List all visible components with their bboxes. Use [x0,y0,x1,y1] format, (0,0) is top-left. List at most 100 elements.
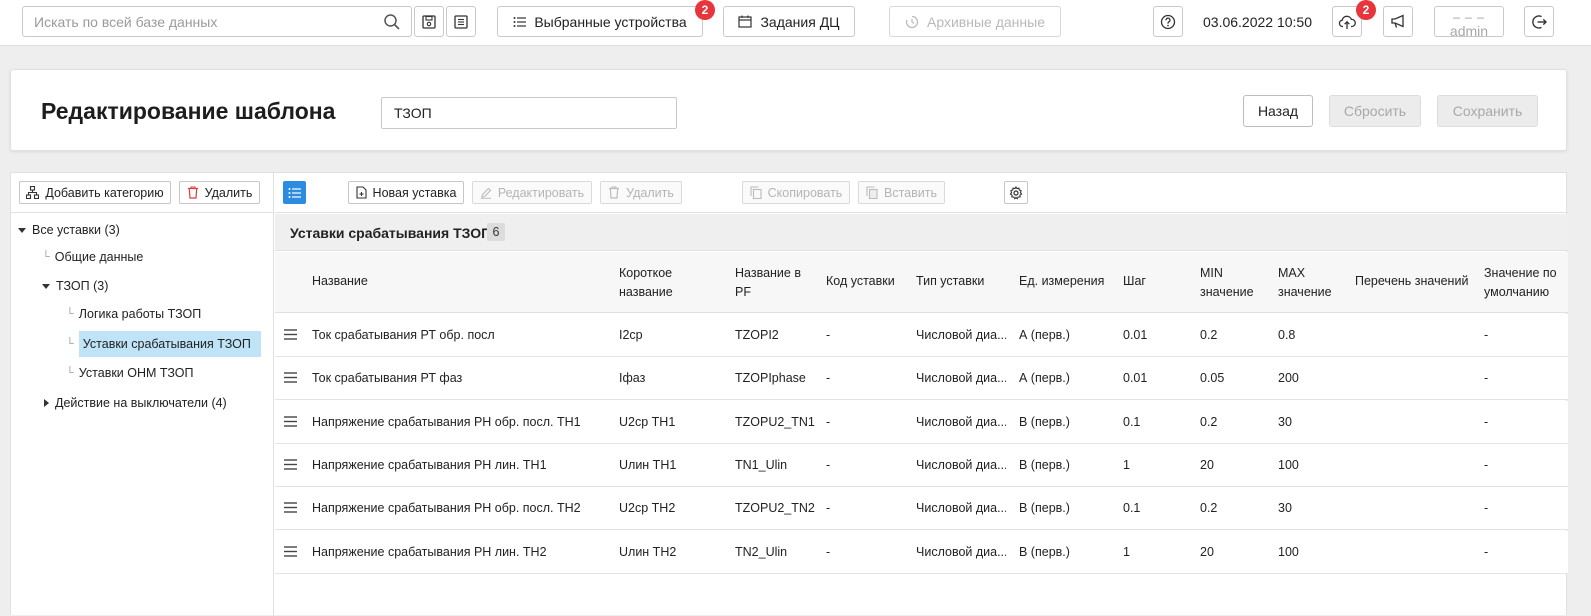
drag-handle-icon[interactable] [284,545,297,557]
cell-pf-name: TN2_Ulin [735,544,788,559]
upload-badge: 2 [1356,0,1376,20]
cell-unit: В (перв.) [1019,414,1070,429]
cell-type: Числовой диа... [916,328,1006,342]
trash-icon [608,186,620,199]
user-role: – – – [1453,10,1485,24]
drag-handle-icon[interactable] [284,329,297,340]
add-category-button[interactable]: Добавить категорию [19,181,171,204]
user-menu[interactable]: – – – admin [1434,6,1504,39]
pencil-icon [480,187,492,199]
megaphone-icon [1390,14,1406,29]
calendar-icon [738,15,753,28]
template-name-input[interactable] [381,97,677,129]
announcements-button[interactable] [1383,6,1413,37]
cell-name: Напряжение срабатывания РН обр. посл. ТН… [312,414,581,429]
caret-right-icon[interactable] [44,399,49,407]
new-setting-button[interactable]: Новая уставка [348,181,464,204]
paste-setting-button[interactable]: Вставить [858,181,945,204]
cell-max: 0.8 [1278,328,1296,342]
cell-code: - [826,501,831,516]
tree-node-trip-settings[interactable]: └ Уставки срабатывания ТЗОП [66,331,261,357]
column-header-values-list[interactable]: Перечень значений [1355,272,1468,291]
search-input[interactable] [23,7,363,36]
tree-node-logic[interactable]: └ Логика работы ТЗОП [66,301,201,327]
user-name: admin [1449,23,1489,39]
cell-short-name: Uлин ТН2 [619,544,677,559]
tree-node-breakers[interactable]: Действие на выключатели (4) [42,390,227,416]
cell-type: Числовой диа... [916,501,1006,516]
column-header-min[interactable]: MIN значение [1200,264,1254,302]
selected-devices-button[interactable]: Выбранные устройства [497,6,703,37]
current-datetime: 03.06.2022 10:50 [1203,14,1312,30]
cell-code: - [826,371,831,386]
cell-step: 1 [1123,457,1130,472]
drag-handle-icon[interactable] [284,459,297,470]
column-header-code[interactable]: Код уставки [826,272,895,291]
drag-handle-icon[interactable] [284,502,297,513]
column-header-step[interactable]: Шаг [1123,272,1146,291]
logout-button[interactable] [1524,6,1554,37]
tree-node-label: Логика работы ТЗОП [78,307,202,321]
cloud-upload-icon [1338,14,1356,30]
list-box-icon [454,14,468,29]
drag-handle-icon[interactable] [284,415,297,427]
cell-name: Напряжение срабатывания РН лин. ТН1 [312,457,547,472]
cell-short-name: Uлин ТН1 [619,457,677,472]
save-search-button[interactable] [414,6,444,37]
tree-node-onm[interactable]: └ Уставки ОНМ ТЗОП [66,360,194,386]
list-view-button[interactable] [283,181,306,204]
cell-name: Напряжение срабатывания РН лин. ТН2 [312,544,547,559]
cell-default: - [1484,544,1489,559]
tree-node-all[interactable]: Все уставки (3) [18,217,120,243]
search-icon[interactable] [383,13,401,31]
help-button[interactable] [1153,6,1183,37]
cell-min: 20 [1200,544,1214,559]
settings-pane: Новая уставка Редактировать Удалить Скоп… [275,173,1568,616]
reset-button[interactable]: Сбросить [1329,95,1421,127]
dc-tasks-button[interactable]: Задания ДЦ [723,6,855,37]
drag-handle-icon[interactable] [284,372,297,383]
cell-unit: В (перв.) [1019,457,1070,472]
delete-category-button[interactable]: Удалить [179,181,260,204]
archive-data-button[interactable]: Архивные данные [889,6,1061,37]
column-header-unit[interactable]: Ед. измерения [1019,272,1104,291]
tree-node-tzop[interactable]: ТЗОП (3) [42,273,108,299]
save-button[interactable]: Сохранить [1437,95,1538,127]
copy-icon [750,186,762,199]
table-row[interactable]: Напряжение срабатывания РН обр. посл. ТН… [275,400,1568,444]
back-button[interactable]: Назад [1243,95,1313,127]
table-row[interactable]: Ток срабатывания РТ фаз Iфаз TZOPIphase - Чи… [275,357,1568,401]
column-header-pf-name[interactable]: Название в PF [735,264,801,302]
cell-unit: А (перв.) [1019,371,1070,386]
category-tree-pane: Добавить категорию Удалить Все уставки (… [11,173,274,616]
caret-down-icon[interactable] [18,227,26,233]
copy-setting-button[interactable]: Скопировать [742,181,850,204]
table-row[interactable]: Напряжение срабатывания РН обр. посл. ТН… [275,487,1568,531]
table-header: Название Короткое название Название в PF К… [275,252,1568,313]
table-row[interactable]: Напряжение срабатывания РН лин. ТН2 Uлин … [275,530,1568,574]
cell-short-name: Iфаз [619,371,646,386]
caret-down-icon[interactable] [42,283,50,289]
edit-setting-button[interactable]: Редактировать [472,181,592,204]
cell-max: 30 [1278,414,1292,429]
table-row[interactable]: Напряжение срабатывания РН лин. ТН1 Uлин … [275,443,1568,487]
delete-setting-button[interactable]: Удалить [600,181,682,204]
cell-default: - [1484,457,1489,472]
column-header-max[interactable]: MAX значение [1278,264,1332,302]
column-header-type[interactable]: Тип уставки [916,272,984,291]
tree-toolbar: Добавить категорию Удалить [11,173,274,213]
column-header-name[interactable]: Название [312,272,368,291]
cell-min: 0.2 [1200,328,1218,342]
cell-max: 200 [1278,371,1299,386]
cell-max: 100 [1278,457,1299,472]
table-row[interactable]: Ток срабатывания РТ обр. посл I2ср TZOPI2 -… [275,314,1568,357]
column-header-default[interactable]: Значение по умолчанию [1484,264,1557,302]
saved-searches-button[interactable] [446,6,476,37]
top-bar: Выбранные устройства 2 Задания ДЦ Архивн… [0,0,1591,46]
tree-node-label-selected: Уставки срабатывания ТЗОП [78,331,261,357]
main-panel: Добавить категорию Удалить Все уставки (… [10,172,1568,616]
tree-node-general[interactable]: └ Общие данные [42,244,143,270]
logout-icon [1531,14,1547,30]
column-header-short-name[interactable]: Короткое название [619,264,673,302]
column-settings-button[interactable] [1004,181,1028,204]
